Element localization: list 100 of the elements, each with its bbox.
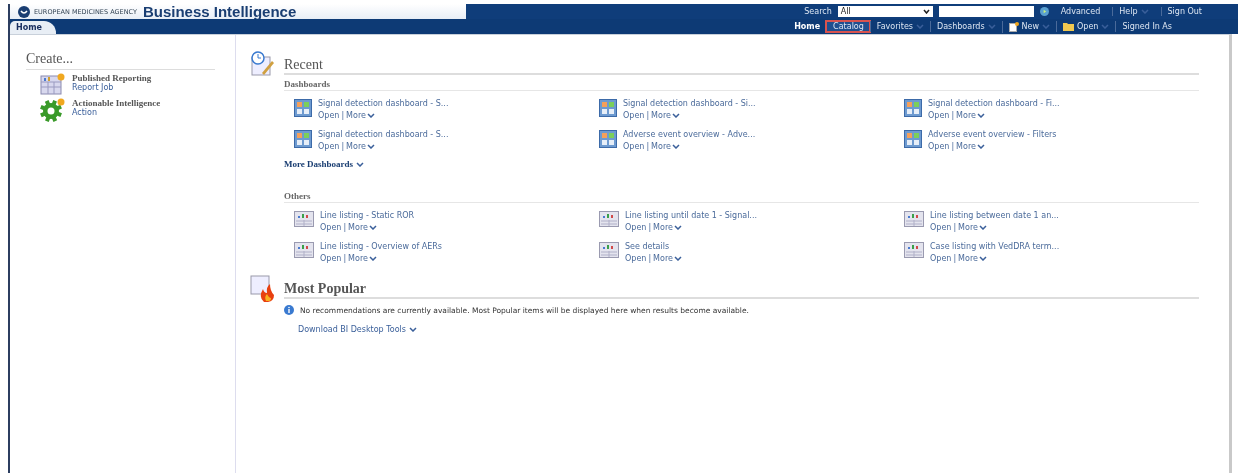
create-item-title[interactable]: Actionable Intelligence — [72, 98, 161, 108]
caret-icon — [978, 225, 987, 230]
nav-link[interactable]: Favorites — [869, 21, 930, 32]
separator-text: | — [343, 254, 347, 263]
more-dashboards-link[interactable]: More Dashboards — [284, 159, 365, 169]
table-chart-icon — [904, 242, 924, 258]
app-title: Business Intelligence — [142, 3, 297, 20]
gear-icon — [40, 98, 66, 122]
open-link[interactable]: Open — [625, 223, 647, 232]
info-icon — [284, 305, 294, 315]
caret-icon — [368, 256, 377, 261]
caret-icon — [368, 225, 377, 230]
caret-icon — [673, 225, 682, 230]
section-heading: Most Popular — [284, 275, 1199, 299]
section-heading: Recent — [284, 51, 1199, 75]
item-title-link[interactable]: Adverse event overview - Adve... — [623, 130, 756, 139]
item-title-link[interactable]: Line listing - Static ROR — [320, 211, 415, 220]
open-link[interactable]: Open — [320, 254, 342, 263]
flame-page-icon — [250, 275, 276, 303]
search-label: Search — [804, 7, 832, 16]
open-link[interactable]: Open — [928, 111, 950, 120]
more-link[interactable]: More — [958, 223, 987, 232]
group-heading: Dashboards — [284, 79, 1199, 91]
separator-text: | — [953, 223, 957, 232]
more-link[interactable]: More — [348, 254, 377, 263]
nav-link[interactable]: Catalog — [826, 21, 870, 32]
caret-icon — [673, 256, 682, 261]
nav-link[interactable]: Dashboards — [930, 21, 1002, 32]
separator-text: | — [341, 142, 345, 151]
more-link[interactable]: More — [653, 223, 682, 232]
open-link[interactable]: Open — [930, 223, 952, 232]
caret-icon — [1140, 9, 1149, 14]
more-link[interactable]: More — [651, 111, 680, 120]
caret-icon — [408, 327, 417, 332]
item-title-link[interactable]: See details — [625, 242, 682, 251]
go-icon[interactable] — [1039, 7, 1049, 16]
item-title-link[interactable]: Line listing until date 1 - Signal... — [625, 211, 757, 220]
nav-link[interactable]: Open — [1056, 21, 1116, 32]
nav-link[interactable]: Signed In As — [1115, 21, 1178, 32]
separator-text: | — [648, 254, 652, 263]
table-chart-icon — [599, 211, 619, 227]
more-link[interactable]: More — [346, 111, 375, 120]
open-link[interactable]: Open — [623, 142, 645, 151]
nav-link[interactable]: New — [1001, 20, 1056, 33]
more-link[interactable]: More — [956, 111, 985, 120]
item-title-link[interactable]: Line listing - Overview of AERs — [320, 242, 443, 251]
caret-icon — [671, 144, 680, 149]
create-item-link[interactable]: Report Job — [72, 83, 152, 92]
separator-text: | — [951, 111, 955, 120]
caret-icon — [366, 113, 375, 118]
caret-icon — [916, 24, 924, 29]
open-link[interactable]: Open — [318, 142, 340, 151]
item-title-link[interactable]: Case listing with VedDRA term... — [930, 242, 1060, 251]
caret-icon — [671, 113, 680, 118]
table-chart-icon — [294, 211, 314, 227]
dashboard-icon — [599, 99, 617, 117]
header-link[interactable]: Help — [1112, 7, 1155, 16]
table-chart-icon — [904, 211, 924, 227]
separator-text: | — [646, 111, 650, 120]
open-link[interactable]: Open — [623, 111, 645, 120]
separator-text: | — [341, 111, 345, 120]
item-title-link[interactable]: Signal detection dashboard - S... — [318, 99, 449, 108]
more-link[interactable]: More — [651, 142, 680, 151]
item-title-link[interactable]: Signal detection dashboard - S... — [318, 130, 449, 139]
more-link[interactable]: More — [653, 254, 682, 263]
table-chart-icon — [599, 242, 619, 258]
create-item-title[interactable]: Published Reporting — [72, 73, 152, 83]
header-link[interactable]: Sign Out — [1160, 7, 1208, 16]
search-scope-select[interactable]: All — [837, 6, 933, 17]
dropdown-caret-icon — [922, 9, 930, 14]
caret-icon — [987, 24, 996, 29]
page-tab[interactable]: Home — [10, 21, 56, 34]
more-link[interactable]: More — [348, 223, 377, 232]
nav-link[interactable]: Home — [788, 21, 827, 32]
search-field[interactable] — [938, 6, 1034, 17]
open-link[interactable]: Open — [625, 254, 647, 263]
open-link[interactable]: Open — [928, 142, 950, 151]
new-document-icon — [1008, 21, 1019, 32]
open-link[interactable]: Open — [320, 223, 342, 232]
item-title-link[interactable]: Adverse event overview - Filters — [928, 130, 1057, 139]
separator-text: | — [951, 142, 955, 151]
create-item-link[interactable]: Action — [72, 108, 161, 117]
report-icon — [40, 73, 66, 95]
item-title-link[interactable]: Signal detection dashboard - Si... — [623, 99, 756, 108]
more-link[interactable]: More — [956, 142, 985, 151]
download-link[interactable]: Download BI Desktop Tools — [298, 325, 417, 334]
dashboard-icon — [599, 130, 617, 148]
open-link[interactable]: Open — [318, 111, 340, 120]
open-link[interactable]: Open — [930, 254, 952, 263]
item-title-link[interactable]: Line listing between date 1 an... — [930, 211, 1059, 220]
folder-icon — [1063, 22, 1074, 31]
item-title-link[interactable]: Signal detection dashboard - Fi... — [928, 99, 1060, 108]
header-link[interactable]: Advanced — [1054, 7, 1107, 16]
caret-icon — [356, 161, 365, 167]
more-link[interactable]: More — [958, 254, 987, 263]
more-link[interactable]: More — [346, 142, 375, 151]
section-heading: Create... — [26, 51, 215, 70]
clock-pencil-icon — [250, 51, 276, 77]
dashboard-icon — [904, 99, 922, 117]
caret-icon — [1042, 24, 1050, 29]
